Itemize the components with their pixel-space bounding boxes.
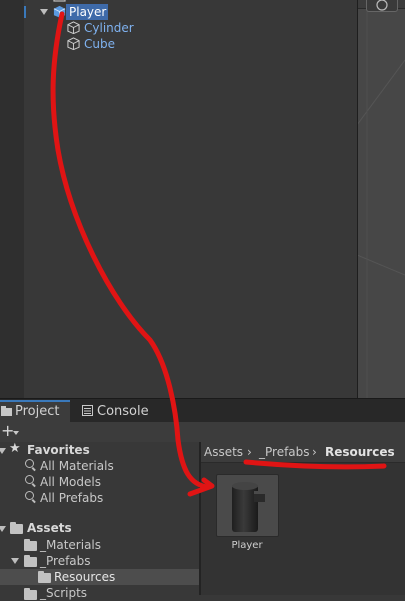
- folder-scripts[interactable]: _Scripts: [40, 585, 87, 601]
- gizmo-icon: [376, 0, 388, 11]
- collapse-arrow-icon[interactable]: [0, 448, 6, 454]
- gizmo-toggle-button[interactable]: [366, 0, 398, 12]
- breadcrumb-assets[interactable]: Assets: [204, 445, 243, 459]
- folder-icon: [24, 539, 37, 551]
- scene-view[interactable]: [357, 0, 405, 398]
- chevron-right-icon: ›: [247, 445, 252, 459]
- favorite-all-materials[interactable]: All Materials: [40, 458, 114, 474]
- folder-prefabs[interactable]: _Prefabs: [40, 553, 91, 569]
- folder-icon: [10, 522, 23, 534]
- folder-icon: [38, 571, 51, 583]
- search-icon: [25, 459, 34, 468]
- asset-thumbnail[interactable]: [216, 474, 279, 537]
- cube-outline-icon: [67, 21, 80, 34]
- hierarchy-panel: [0, 0, 357, 398]
- project-toolbar: [0, 422, 405, 443]
- folder-icon: [24, 555, 37, 567]
- search-icon: [25, 475, 34, 484]
- star-icon: ★: [9, 441, 21, 456]
- panel-splitter[interactable]: [357, 0, 358, 398]
- favorites-header[interactable]: Favorites: [27, 442, 90, 458]
- collapse-arrow-icon[interactable]: [0, 526, 6, 532]
- tab-project-label: Project: [15, 404, 60, 419]
- prefab-cube-icon: [53, 5, 66, 18]
- tab-console-label[interactable]: Console: [97, 404, 149, 419]
- chevron-right-icon: ›: [312, 445, 317, 459]
- collapse-arrow-icon[interactable]: [40, 9, 48, 15]
- assets-header[interactable]: Assets: [27, 520, 72, 536]
- search-icon: [25, 491, 34, 500]
- favorite-all-models[interactable]: All Models: [40, 474, 101, 490]
- folder-icon: [24, 588, 37, 600]
- hierarchy-gutter: [0, 0, 24, 398]
- favorite-all-prefabs[interactable]: All Prefabs: [40, 490, 103, 506]
- hierarchy-item-cube[interactable]: Cube: [84, 36, 115, 52]
- folder-materials[interactable]: _Materials: [40, 537, 101, 553]
- dropdown-arrow-icon[interactable]: [13, 431, 19, 435]
- breadcrumb-prefabs[interactable]: _Prefabs: [259, 445, 310, 459]
- prefab-model-thumbnail: [232, 482, 265, 532]
- scene-marker: [24, 6, 26, 18]
- scene-grid: [357, 0, 405, 398]
- asset-label-player[interactable]: Player: [216, 540, 278, 551]
- folder-icon: [1, 406, 12, 416]
- folder-resources[interactable]: Resources: [54, 569, 115, 585]
- hierarchy-item-player[interactable]: Player: [69, 4, 106, 20]
- gameobject-icon: [53, 0, 66, 2]
- cube-outline-icon: [67, 37, 80, 50]
- breadcrumb-resources[interactable]: Resources: [325, 445, 395, 459]
- collapse-arrow-icon[interactable]: [11, 558, 19, 564]
- console-icon: [82, 405, 93, 416]
- hierarchy-item-cylinder[interactable]: Cylinder: [84, 20, 134, 36]
